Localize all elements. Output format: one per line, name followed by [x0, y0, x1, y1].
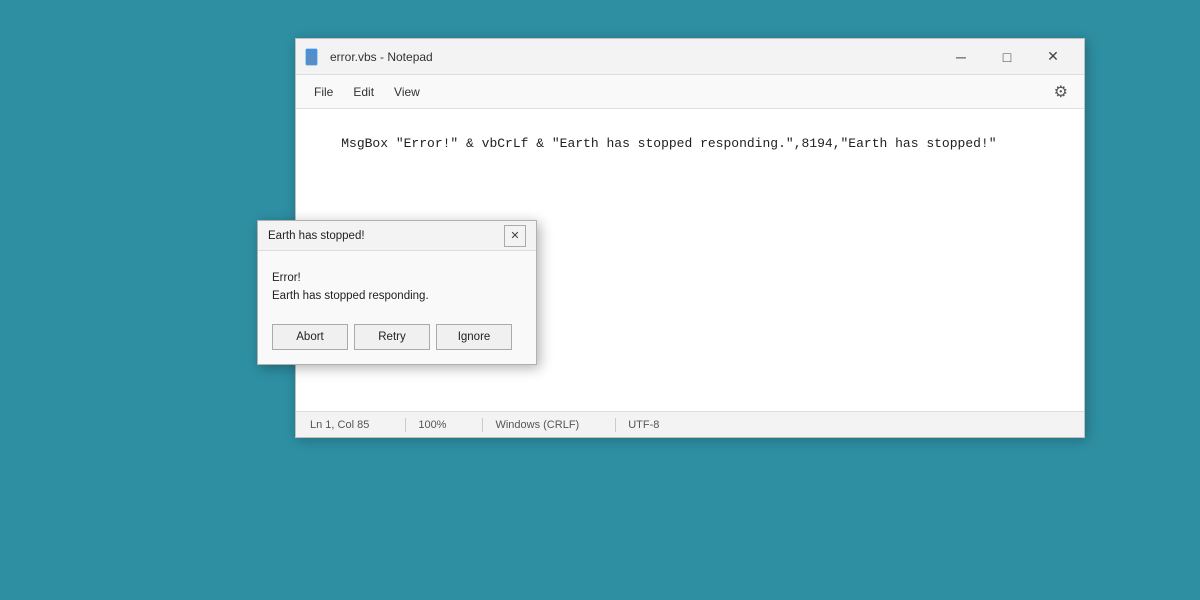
- cursor-position: Ln 1, Col 85: [310, 419, 393, 431]
- dialog-title: Earth has stopped!: [268, 230, 504, 242]
- zoom-level: 100%: [418, 419, 470, 431]
- editor-content: MsgBox "Error!" & vbCrLf & "Earth has st…: [341, 136, 996, 151]
- dialog-content: Error! Earth has stopped responding. Abo…: [258, 251, 536, 364]
- maximize-button[interactable]: □: [984, 41, 1030, 73]
- dialog-window: Earth has stopped! ✕ Error! Earth has st…: [257, 220, 537, 365]
- abort-button[interactable]: Abort: [272, 324, 348, 350]
- status-separator-2: [482, 418, 483, 432]
- window-controls: ─ □ ✕: [938, 41, 1076, 73]
- settings-icon[interactable]: ⚙: [1046, 78, 1076, 106]
- dialog-message-line1: Error!: [272, 269, 522, 287]
- menu-view[interactable]: View: [384, 81, 430, 103]
- ignore-button[interactable]: Ignore: [436, 324, 512, 350]
- menu-bar: File Edit View ⚙: [296, 75, 1084, 109]
- dialog-title-bar: Earth has stopped! ✕: [258, 221, 536, 251]
- notepad-title: error.vbs - Notepad: [330, 50, 938, 64]
- dialog-close-button[interactable]: ✕: [504, 225, 526, 247]
- retry-button[interactable]: Retry: [354, 324, 430, 350]
- status-separator-3: [615, 418, 616, 432]
- notepad-icon: [304, 48, 322, 66]
- minimize-button[interactable]: ─: [938, 41, 984, 73]
- notepad-title-bar: error.vbs - Notepad ─ □ ✕: [296, 39, 1084, 75]
- dialog-message: Error! Earth has stopped responding.: [272, 269, 522, 306]
- status-separator-1: [405, 418, 406, 432]
- encoding: UTF-8: [628, 419, 683, 431]
- status-bar: Ln 1, Col 85 100% Windows (CRLF) UTF-8: [296, 411, 1084, 437]
- close-button[interactable]: ✕: [1030, 41, 1076, 73]
- dialog-buttons: Abort Retry Ignore: [272, 324, 522, 350]
- menu-file[interactable]: File: [304, 81, 343, 103]
- line-ending: Windows (CRLF): [495, 419, 603, 431]
- menu-edit[interactable]: Edit: [343, 81, 384, 103]
- dialog-message-line2: Earth has stopped responding.: [272, 287, 522, 305]
